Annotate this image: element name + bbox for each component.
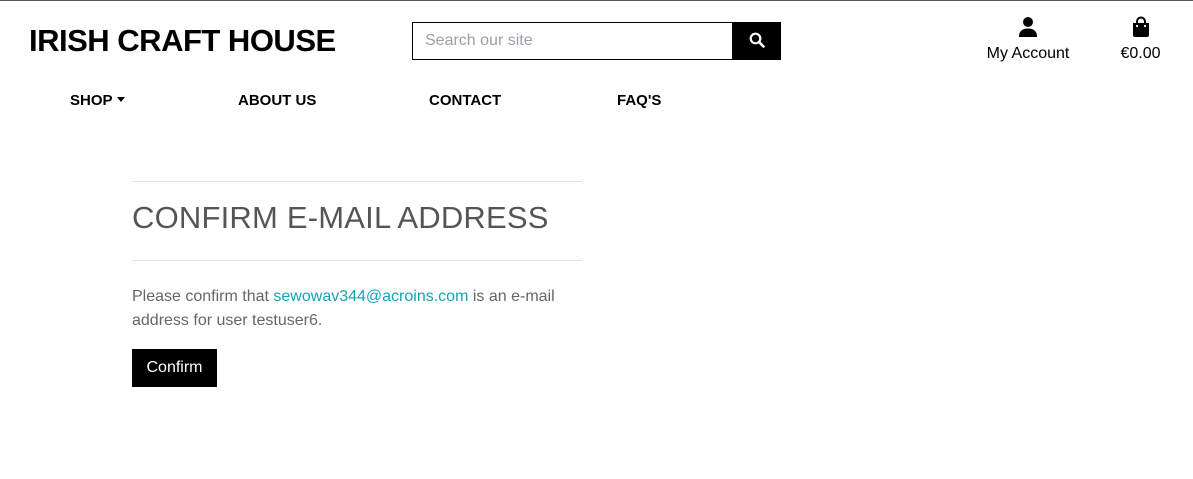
confirm-button[interactable]: Confirm	[132, 349, 217, 387]
site-logo[interactable]: IRISH CRAFT HOUSE	[29, 22, 336, 60]
top-border	[0, 0, 1193, 1]
my-account-label: My Account	[986, 45, 1070, 62]
divider-bottom	[132, 260, 582, 261]
nav-about-us[interactable]: ABOUT US	[238, 91, 316, 111]
nav-shop[interactable]: SHOP	[70, 91, 125, 111]
shopping-bag-link[interactable]: €0.00	[1108, 16, 1173, 63]
message-text-before: Please confirm that	[132, 288, 274, 305]
nav-shop-label: SHOP	[70, 92, 113, 109]
shopping-bag-icon	[1131, 16, 1151, 42]
divider-top	[132, 181, 582, 182]
search-icon	[749, 32, 765, 51]
nav-faqs[interactable]: FAQ'S	[617, 91, 661, 111]
search-button[interactable]	[732, 22, 781, 60]
search-input[interactable]	[412, 22, 732, 60]
email-link[interactable]: sewowav344@acroins.com	[273, 288, 468, 305]
my-account-link[interactable]: My Account	[978, 16, 1078, 63]
page-title: CONFIRM E-MAIL ADDRESS	[132, 200, 549, 235]
bag-total: €0.00	[1120, 45, 1161, 62]
search-form	[412, 22, 781, 60]
caret-down-icon	[116, 96, 125, 102]
nav-contact[interactable]: CONTACT	[429, 91, 501, 111]
confirm-message: Please confirm that sewowav344@acroins.c…	[132, 285, 592, 333]
user-icon	[1018, 17, 1038, 42]
